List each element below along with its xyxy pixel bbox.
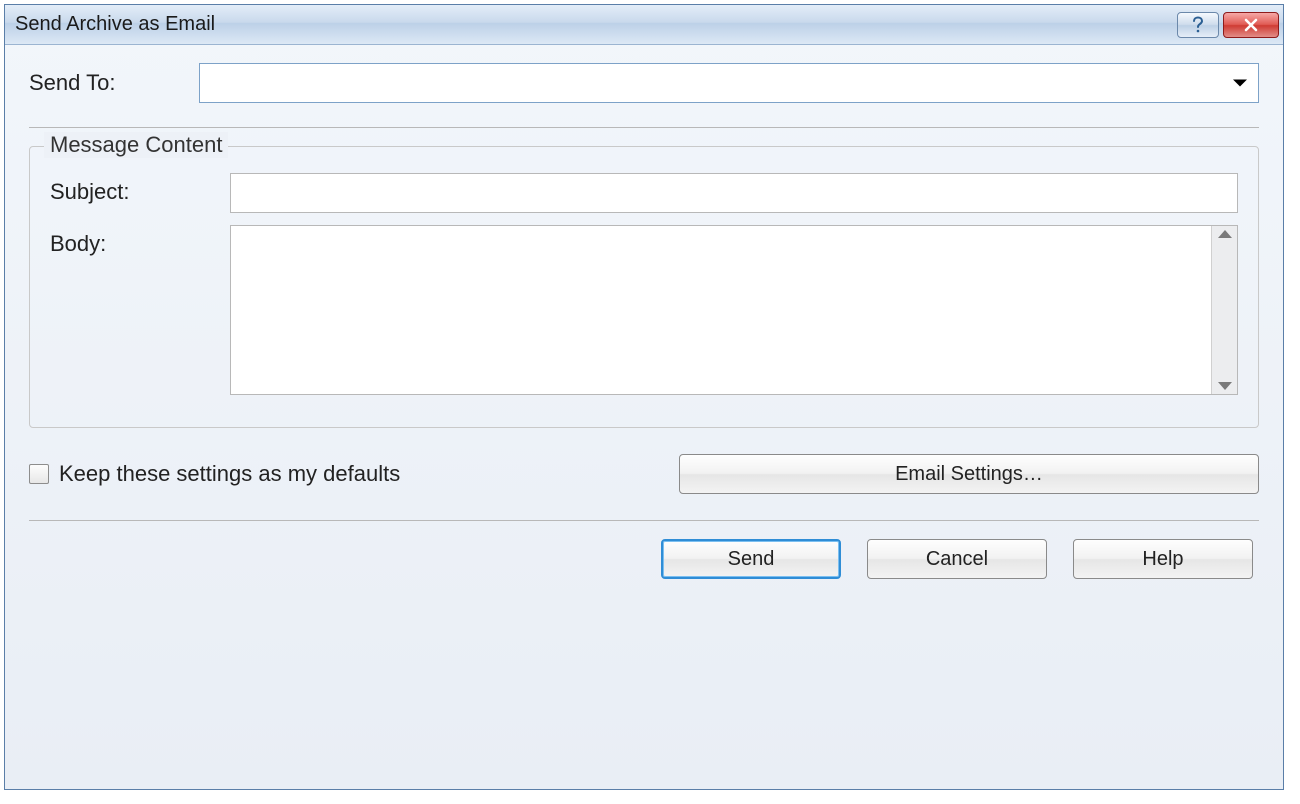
- window-title: Send Archive as Email: [15, 13, 1173, 36]
- scroll-up-icon: [1218, 230, 1232, 238]
- scroll-down-icon: [1218, 382, 1232, 390]
- close-icon: [1243, 18, 1259, 32]
- separator: [29, 127, 1259, 128]
- cancel-button[interactable]: Cancel: [867, 539, 1047, 579]
- body-row: Body:: [50, 225, 1238, 395]
- titlebar-help-button[interactable]: [1177, 12, 1219, 38]
- body-textarea-wrap: [230, 225, 1238, 395]
- help-icon: [1191, 16, 1205, 34]
- options-row: Keep these settings as my defaults Email…: [29, 454, 1259, 494]
- send-button[interactable]: Send: [661, 539, 841, 579]
- titlebar: Send Archive as Email: [5, 5, 1283, 45]
- keep-defaults-checkbox[interactable]: Keep these settings as my defaults: [29, 461, 400, 487]
- subject-label: Subject:: [50, 173, 230, 205]
- dialog-footer: Send Cancel Help: [29, 539, 1259, 579]
- subject-row: Subject:: [50, 173, 1238, 213]
- body-textarea[interactable]: [231, 226, 1211, 394]
- chevron-down-icon: [1232, 72, 1248, 95]
- help-button-label: Help: [1142, 548, 1183, 571]
- email-settings-button[interactable]: Email Settings…: [679, 454, 1259, 494]
- send-to-row: Send To:: [29, 63, 1259, 103]
- subject-input[interactable]: [230, 173, 1238, 213]
- message-content-group: Message Content Subject: Body:: [29, 146, 1259, 428]
- body-label: Body:: [50, 225, 230, 257]
- cancel-button-label: Cancel: [926, 548, 988, 571]
- checkbox-box-icon: [29, 464, 49, 484]
- dialog-content: Send To: Message Content Subject: Body:: [5, 45, 1283, 789]
- body-scrollbar[interactable]: [1211, 226, 1237, 394]
- titlebar-close-button[interactable]: [1223, 12, 1279, 38]
- separator-bottom: [29, 520, 1259, 521]
- send-button-label: Send: [728, 548, 775, 571]
- keep-defaults-label: Keep these settings as my defaults: [59, 461, 400, 487]
- message-content-legend: Message Content: [44, 132, 228, 158]
- send-to-combobox[interactable]: [199, 63, 1259, 103]
- dialog-send-archive-as-email: Send Archive as Email Send To:: [4, 4, 1284, 790]
- help-button[interactable]: Help: [1073, 539, 1253, 579]
- send-to-input[interactable]: [208, 64, 1250, 102]
- email-settings-label: Email Settings…: [895, 463, 1043, 486]
- send-to-label: Send To:: [29, 70, 199, 96]
